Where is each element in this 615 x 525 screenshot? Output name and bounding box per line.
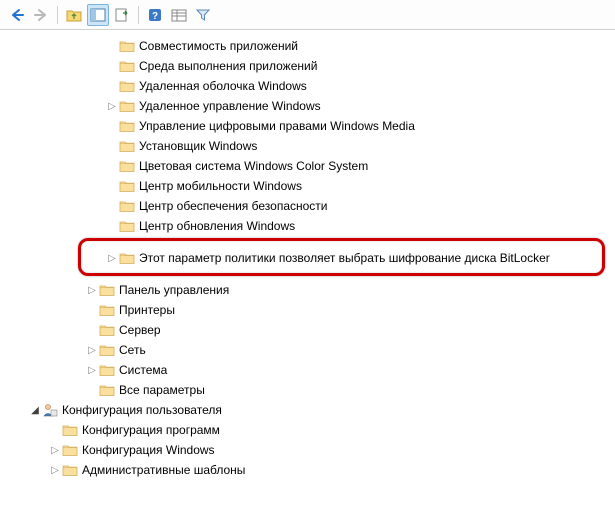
- folder-icon: [99, 302, 115, 318]
- expander-icon[interactable]: ◢: [28, 405, 42, 416]
- tree-item[interactable]: Цветовая система Windows Color System: [0, 156, 615, 176]
- tree-item-label: Удаленное управление Windows: [139, 99, 327, 113]
- expander-icon[interactable]: ▷: [105, 101, 119, 112]
- expander-icon[interactable]: ▷: [48, 465, 62, 476]
- tree-pane-icon: [90, 8, 106, 22]
- tree-item[interactable]: Принтеры: [0, 300, 615, 320]
- export-list-button[interactable]: [111, 4, 133, 26]
- tree-item[interactable]: Совместимость приложений: [0, 36, 615, 56]
- folder-icon: [62, 442, 78, 458]
- tree-item-label: Конфигурация пользователя: [62, 403, 228, 417]
- folder-icon: [99, 322, 115, 338]
- arrow-right-icon: [33, 7, 49, 23]
- funnel-icon: [195, 7, 211, 23]
- tree-item-label: Центр мобильности Windows: [139, 179, 308, 193]
- tree-item[interactable]: Управление цифровыми правами Windows Med…: [0, 116, 615, 136]
- show-hide-tree-button[interactable]: [87, 4, 109, 26]
- folder-icon: [119, 138, 135, 154]
- folder-icon: [119, 118, 135, 134]
- folder-icon: [119, 178, 135, 194]
- tree-item-label: Удаленная оболочка Windows: [139, 79, 313, 93]
- folder-icon: [119, 98, 135, 114]
- toolbar: ?: [0, 0, 615, 30]
- tree-item-label: Принтеры: [119, 303, 181, 317]
- back-button[interactable]: [6, 4, 28, 26]
- svg-text:?: ?: [152, 11, 158, 22]
- expander-icon[interactable]: ▷: [85, 285, 99, 296]
- tree-item-label: Этот параметр политики позволяет выбрать…: [139, 251, 556, 265]
- expander-icon[interactable]: ▷: [48, 445, 62, 456]
- folder-up-icon: [66, 8, 82, 22]
- folder-icon: [119, 218, 135, 234]
- tree-item-label: Конфигурация программ: [82, 423, 226, 437]
- tree-item[interactable]: ▷ Панель управления: [0, 280, 615, 300]
- folder-icon: [99, 382, 115, 398]
- help-button[interactable]: ?: [144, 4, 166, 26]
- export-icon: [114, 7, 130, 23]
- toolbar-separator: [138, 6, 139, 24]
- expander-icon[interactable]: ▷: [85, 365, 99, 376]
- tree-item[interactable]: Сервер: [0, 320, 615, 340]
- tree-item-label: Конфигурация Windows: [82, 443, 221, 457]
- folder-icon: [99, 342, 115, 358]
- tree-item[interactable]: Центр обеспечения безопасности: [0, 196, 615, 216]
- tree-item[interactable]: ▷ Конфигурация Windows: [0, 440, 615, 460]
- user-config-icon: [42, 402, 58, 418]
- tree-item[interactable]: Центр обновления Windows: [0, 216, 615, 236]
- toolbar-separator: [57, 6, 58, 24]
- tree-item-label: Административные шаблоны: [82, 463, 251, 477]
- tree-item[interactable]: ▷ Этот параметр политики позволяет выбрат…: [0, 248, 615, 268]
- tree-item-label: Система: [119, 363, 173, 377]
- tree-item[interactable]: ▷ Удаленное управление Windows: [0, 96, 615, 116]
- tree-item-label: Управление цифровыми правами Windows Med…: [139, 119, 421, 133]
- tree-item[interactable]: Установщик Windows: [0, 136, 615, 156]
- folder-icon: [119, 198, 135, 214]
- tree-item[interactable]: ▷ Административные шаблоны: [0, 460, 615, 480]
- tree-item[interactable]: ▷ Сеть: [0, 340, 615, 360]
- folder-icon: [119, 58, 135, 74]
- folder-icon: [62, 422, 78, 438]
- up-folder-button[interactable]: [63, 4, 85, 26]
- tree-item[interactable]: Среда выполнения приложений: [0, 56, 615, 76]
- forward-button[interactable]: [30, 4, 52, 26]
- tree-item-label: Все параметры: [119, 383, 211, 397]
- folder-icon: [119, 158, 135, 174]
- tree-item[interactable]: ◢ Конфигурация пользователя: [0, 400, 615, 420]
- expander-icon[interactable]: ▷: [85, 345, 99, 356]
- tree-item-label: Панель управления: [119, 283, 235, 297]
- folder-icon: [119, 250, 135, 266]
- expander-icon[interactable]: ▷: [105, 253, 119, 264]
- tree-item[interactable]: Конфигурация программ: [0, 420, 615, 440]
- tree-item[interactable]: Все параметры: [0, 380, 615, 400]
- tree-item[interactable]: Удаленная оболочка Windows: [0, 76, 615, 96]
- tree-item-label: Центр обеспечения безопасности: [139, 199, 334, 213]
- tree-item-label: Установщик Windows: [139, 139, 263, 153]
- tree-item-label: Цветовая система Windows Color System: [139, 159, 374, 173]
- arrow-left-icon: [9, 7, 25, 23]
- folder-icon: [62, 462, 78, 478]
- tree-item[interactable]: ▷ Система: [0, 360, 615, 380]
- tree-item-label: Сеть: [119, 343, 152, 357]
- properties-button[interactable]: [168, 4, 190, 26]
- help-icon: ?: [147, 7, 163, 23]
- folder-icon: [99, 282, 115, 298]
- tree-item[interactable]: Центр мобильности Windows: [0, 176, 615, 196]
- tree-item-label: Сервер: [119, 323, 167, 337]
- policy-tree[interactable]: Совместимость приложений Среда выполнения…: [0, 30, 615, 525]
- tree-item-label: Среда выполнения приложений: [139, 59, 323, 73]
- tree-item-label: Центр обновления Windows: [139, 219, 301, 233]
- folder-icon: [119, 78, 135, 94]
- folder-icon: [99, 362, 115, 378]
- filter-button[interactable]: [192, 4, 214, 26]
- tree-item-label: Совместимость приложений: [139, 39, 304, 53]
- folder-icon: [119, 38, 135, 54]
- properties-icon: [171, 8, 187, 22]
